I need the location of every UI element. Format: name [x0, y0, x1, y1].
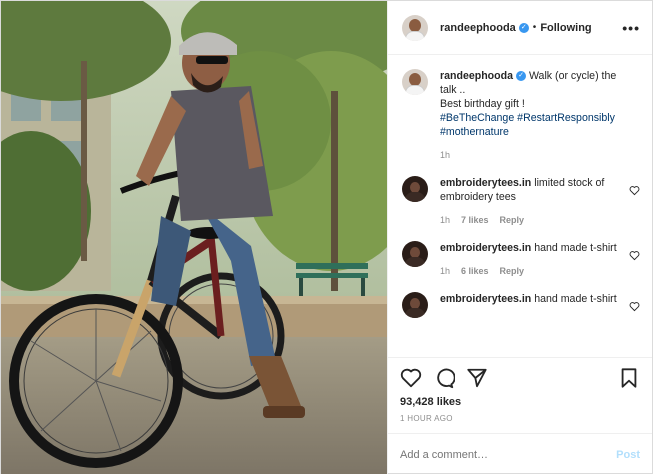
- comment-text: hand made t-shirt: [534, 293, 617, 305]
- caption-text-line2: Best birthday gift !: [440, 98, 525, 110]
- like-count[interactable]: 93,428 likes: [400, 396, 640, 408]
- cyclist-photo-illustration: [1, 1, 387, 474]
- comment: embroiderytees.in limited stock of embro…: [402, 176, 640, 227]
- commenter-avatar[interactable]: [402, 241, 428, 267]
- post-header: randeephooda ✓ • Following •••: [388, 1, 652, 55]
- like-comment-heart-icon[interactable]: [629, 250, 640, 261]
- commenter-username[interactable]: embroiderytees.in: [440, 293, 531, 305]
- post-photo[interactable]: [1, 1, 387, 474]
- following-button[interactable]: Following: [540, 22, 591, 34]
- comment-body: embroiderytees.in hand made t-shirt 1h 6…: [440, 241, 640, 278]
- comment: embroiderytees.in hand made t-shirt 1h 6…: [402, 241, 640, 278]
- post-comment-button[interactable]: Post: [616, 449, 640, 461]
- like-comment-heart-icon[interactable]: [629, 185, 640, 196]
- caption-username[interactable]: randeephooda: [440, 70, 513, 82]
- author-avatar[interactable]: [402, 14, 428, 41]
- comment-likes[interactable]: 6 likes: [461, 264, 489, 278]
- comment-likes[interactable]: 7 likes: [461, 213, 489, 227]
- post-side-panel: randeephooda ✓ • Following ••• randeepho…: [387, 1, 652, 474]
- share-icon[interactable]: [466, 367, 488, 389]
- heart-icon[interactable]: [400, 367, 422, 389]
- add-comment-input[interactable]: [400, 448, 617, 461]
- action-icons-row: [400, 366, 640, 390]
- commenter-username[interactable]: embroiderytees.in: [440, 177, 531, 189]
- comment-body: embroiderytees.in hand made t-shirt: [440, 292, 640, 318]
- verified-badge-icon: ✓: [518, 22, 529, 33]
- comment-age: 1h: [440, 215, 451, 225]
- author-username[interactable]: randeephooda: [440, 22, 516, 34]
- more-options-icon[interactable]: •••: [622, 20, 640, 36]
- verified-badge-icon: ✓: [516, 71, 526, 82]
- caption-body: randeephooda ✓ Walk (or cycle) the talk .…: [440, 69, 640, 162]
- post-timestamp[interactable]: 1 HOUR AGO: [400, 414, 640, 423]
- bookmark-icon[interactable]: [618, 367, 640, 389]
- add-comment-bar: Post: [388, 433, 652, 474]
- reply-button[interactable]: Reply: [500, 213, 525, 227]
- hashtag-link[interactable]: #BeTheChange: [440, 112, 514, 124]
- hashtag-link[interactable]: #RestartResponsibly: [517, 112, 615, 124]
- comment-body: embroiderytees.in limited stock of embro…: [440, 176, 640, 227]
- commenter-username[interactable]: embroiderytees.in: [440, 242, 531, 254]
- comment-icon[interactable]: [433, 367, 455, 389]
- comment-text: hand made t-shirt: [534, 242, 617, 254]
- comments-list[interactable]: randeephooda ✓ Walk (or cycle) the talk .…: [388, 55, 652, 357]
- caption-age: 1h: [440, 150, 451, 160]
- caption: randeephooda ✓ Walk (or cycle) the talk .…: [402, 69, 640, 162]
- caption-author-avatar[interactable]: [402, 69, 428, 95]
- commenter-avatar[interactable]: [402, 176, 428, 202]
- header-separator: •: [532, 22, 537, 33]
- instagram-post: randeephooda ✓ • Following ••• randeepho…: [0, 0, 653, 474]
- like-comment-heart-icon[interactable]: [629, 301, 640, 312]
- commenter-avatar[interactable]: [402, 292, 428, 318]
- reply-button[interactable]: Reply: [500, 264, 525, 278]
- comment-age: 1h: [440, 266, 451, 276]
- hashtag-link[interactable]: #mothernature: [440, 126, 509, 138]
- comment: embroiderytees.in hand made t-shirt: [402, 292, 640, 318]
